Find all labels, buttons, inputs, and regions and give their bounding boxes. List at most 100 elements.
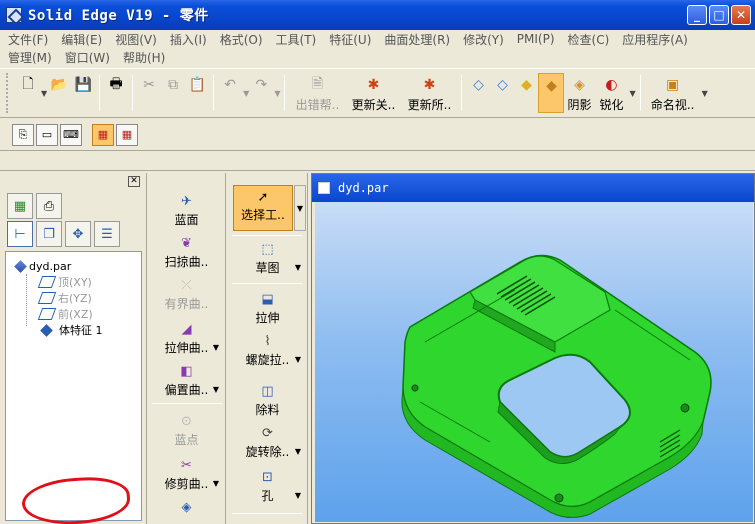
menu-help[interactable]: 帮助(H) [123,49,165,66]
select-tool-button[interactable]: ➚ 选择工.. [233,185,293,231]
paste-button[interactable]: 📋 [185,73,209,113]
document-icon: ▭ [41,128,53,141]
shaded-view-button[interactable]: ◆ [538,73,565,113]
copy-button[interactable]: ⧉ [161,73,185,113]
menu-pmi[interactable]: PMI(P) [517,32,555,46]
print-button[interactable]: 🖶 [104,73,128,113]
save-button[interactable]: 💾 [71,73,95,113]
update-related-button[interactable]: ✱ 更新关.. [345,73,401,113]
update-all-button[interactable]: ✱ 更新所.. [401,73,457,113]
bounded-surface-command[interactable]: ⤫ 有界曲.. [148,277,225,312]
blue-point-command[interactable]: ⊙ 蓝点 [148,413,225,448]
cutout-label: 除料 [255,403,280,417]
tree-plane-label: 顶(XY) [58,276,92,289]
menu-features[interactable]: 特征(U) [329,31,371,48]
tree-plane-label: 前(XZ) [58,308,93,321]
toolbar-grip[interactable] [6,73,10,113]
helical-protrusion-command[interactable]: ⌇ 螺旋拉.. ▼ [228,333,307,368]
named-view-dropdown[interactable]: ▼ [702,89,708,98]
menu-surfacing[interactable]: 曲面处理(R) [384,31,450,48]
panel-close-button[interactable]: ✕ [128,176,140,187]
trim-surface-command[interactable]: ✂ 修剪曲.. ▼ [148,457,225,492]
named-view-button[interactable]: ▣ 命名视.. [645,73,701,113]
tab-pathfinder[interactable]: ⊢ [7,221,33,247]
select-filter-button-2[interactable]: ▦ [116,123,138,146]
offset-surface-dropdown[interactable]: ▼ [213,385,219,394]
select-filter-button[interactable]: ▦ [92,123,114,146]
menu-file[interactable]: 文件(F) [8,31,48,48]
sweep-surface-command[interactable]: ❦ 扫掠曲.. [148,235,225,270]
select-tool-label: 选择工.. [241,208,285,222]
sweep-surface-icon: ❦ [181,235,192,251]
environment-button-3[interactable]: ⌨ [60,123,82,146]
tab-layers[interactable]: ❐ [36,221,62,247]
view-cube-2-button[interactable]: ◇ [490,73,514,113]
sharpen-dropdown[interactable]: ▼ [629,89,635,98]
command-bar-strip [0,151,755,171]
tree-plane-front[interactable]: 前(XZ) [14,306,141,322]
helical-protrusion-dropdown[interactable]: ▼ [295,355,301,364]
tab-teamcenter[interactable]: ⎙ [36,193,62,219]
tab-feature-library[interactable]: ▦ [7,193,33,219]
extrude-surface-dropdown[interactable]: ▼ [213,343,219,352]
extrude-command[interactable]: ⬓ 拉伸 [228,291,307,326]
document-title-bar[interactable]: dyd.par [312,174,754,202]
tree-plane-top[interactable]: 顶(XY) [14,274,141,290]
trim-surface-dropdown[interactable]: ▼ [213,479,219,488]
minimize-button[interactable]: _ [687,5,707,25]
cutout-command[interactable]: ◫ 除料 [228,383,307,418]
redo-button[interactable]: ↷ [249,73,273,113]
menu-window[interactable]: 窗口(W) [65,49,110,66]
bounded-surface-label: 有界曲.. [164,297,209,311]
new-file-button[interactable]: 🗋 [16,73,40,113]
revolved-cutout-dropdown[interactable]: ▼ [295,447,301,456]
menu-manage[interactable]: 管理(M) [8,49,52,66]
maximize-button[interactable]: □ [709,5,729,25]
sharpen-button[interactable]: ◐ 锐化 [594,73,628,113]
open-button[interactable]: 📂 [47,73,71,113]
tab-families[interactable]: ✥ [65,221,91,247]
menu-inspect[interactable]: 检查(C) [568,31,610,48]
environment-button-2[interactable]: ▭ [36,123,58,146]
redo-dropdown[interactable]: ▼ [274,89,280,98]
menu-format[interactable]: 格式(O) [220,31,263,48]
helix-icon: ⌇ [264,333,271,349]
environment-button-1[interactable]: ⎘ [12,123,34,146]
tree-root-label: dyd.par [29,259,72,273]
menu-bar: 文件(F) 编辑(E) 视图(V) 插入(I) 格式(O) 工具(T) 特征(U… [0,30,755,66]
shading-button[interactable]: ◈ 阴影 [564,73,594,113]
layers-icon: ❐ [43,226,55,242]
undo-button[interactable]: ↶ [218,73,242,113]
cut-button[interactable]: ✂ [137,73,161,113]
menu-tools[interactable]: 工具(T) [276,31,317,48]
view-cube-3-button[interactable]: ◆ [514,73,538,113]
extrude-surface-command[interactable]: ◢ 拉伸曲.. ▼ [148,321,225,356]
tree-root[interactable]: dyd.par [14,258,141,274]
offset-surface-command[interactable]: ◧ 偏置曲.. ▼ [148,363,225,398]
blue-surface-command[interactable]: ✈ 蓝面 [148,193,225,228]
solid-edge-app-icon[interactable] [6,7,22,23]
3d-viewport[interactable] [315,202,753,522]
revolved-cutout-command[interactable]: ⟳ 旋转除.. ▼ [228,425,307,460]
error-help-button[interactable]: 🗎 出错帮.. [289,73,345,113]
menu-modify[interactable]: 修改(Y) [463,31,504,48]
extra-surface-command[interactable]: ◈ [148,499,225,517]
extrude-label: 拉伸 [255,311,280,325]
green-part-model[interactable] [315,202,753,522]
sketch-command[interactable]: ⬚ 草图 ▼ [228,241,307,276]
menu-view[interactable]: 视图(V) [115,31,157,48]
menu-applications[interactable]: 应用程序(A) [622,31,688,48]
close-button[interactable]: ✕ [731,5,751,25]
tree-plane-right[interactable]: 右(YZ) [14,290,141,306]
update-related-icon: ✱ [367,77,380,93]
select-tool-dropdown[interactable]: ▼ [294,185,306,231]
plane-icon [37,292,57,304]
menu-insert[interactable]: 插入(I) [170,31,207,48]
hole-command[interactable]: ⊡ 孔 ▼ [228,469,307,504]
hole-dropdown[interactable]: ▼ [295,491,301,500]
tree-body-feature[interactable]: 体特征 1 [14,322,141,338]
sketch-dropdown[interactable]: ▼ [295,263,301,272]
menu-edit[interactable]: 编辑(E) [61,31,102,48]
view-cube-1-button[interactable]: ◇ [466,73,490,113]
tab-sensors[interactable]: ☰ [94,221,120,247]
